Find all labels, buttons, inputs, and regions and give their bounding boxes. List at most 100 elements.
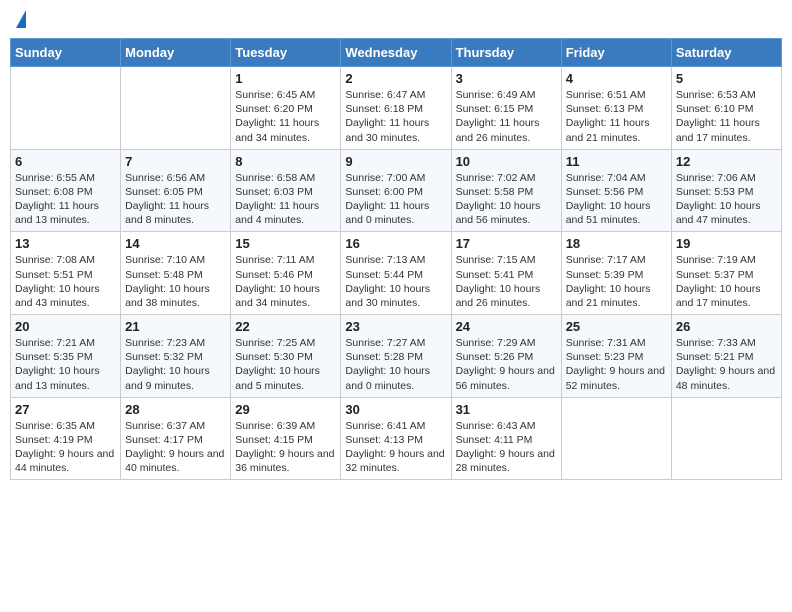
day-info: Sunrise: 7:11 AM Sunset: 5:46 PM Dayligh… <box>235 253 336 310</box>
day-info: Sunrise: 7:02 AM Sunset: 5:58 PM Dayligh… <box>456 171 557 228</box>
day-info: Sunrise: 7:31 AM Sunset: 5:23 PM Dayligh… <box>566 336 667 393</box>
day-info: Sunrise: 7:04 AM Sunset: 5:56 PM Dayligh… <box>566 171 667 228</box>
day-number: 30 <box>345 402 446 417</box>
day-number: 27 <box>15 402 116 417</box>
day-number: 1 <box>235 71 336 86</box>
day-number: 3 <box>456 71 557 86</box>
day-number: 7 <box>125 154 226 169</box>
calendar-cell: 10 Sunrise: 7:02 AM Sunset: 5:58 PM Dayli… <box>451 149 561 232</box>
day-number: 5 <box>676 71 777 86</box>
calendar-cell: 4 Sunrise: 6:51 AM Sunset: 6:13 PM Daylig… <box>561 67 671 150</box>
day-header-friday: Friday <box>561 39 671 67</box>
day-info: Sunrise: 7:19 AM Sunset: 5:37 PM Dayligh… <box>676 253 777 310</box>
day-info: Sunrise: 7:17 AM Sunset: 5:39 PM Dayligh… <box>566 253 667 310</box>
calendar-cell: 11 Sunrise: 7:04 AM Sunset: 5:56 PM Dayli… <box>561 149 671 232</box>
day-number: 17 <box>456 236 557 251</box>
calendar-cell: 18 Sunrise: 7:17 AM Sunset: 5:39 PM Dayli… <box>561 232 671 315</box>
day-number: 22 <box>235 319 336 334</box>
day-header-tuesday: Tuesday <box>231 39 341 67</box>
calendar-cell: 2Sunrise: 6:47 AM Sunset: 6:18 PM Daylig… <box>341 67 451 150</box>
day-number: 18 <box>566 236 667 251</box>
calendar-cell: 19 Sunrise: 7:19 AM Sunset: 5:37 PM Dayli… <box>671 232 781 315</box>
day-info: Sunrise: 7:13 AM Sunset: 5:44 PM Dayligh… <box>345 253 446 310</box>
day-number: 2 <box>345 71 446 86</box>
day-info: Sunrise: 7:10 AM Sunset: 5:48 PM Dayligh… <box>125 253 226 310</box>
day-number: 4 <box>566 71 667 86</box>
day-number: 12 <box>676 154 777 169</box>
day-info: Sunrise: 7:29 AM Sunset: 5:26 PM Dayligh… <box>456 336 557 393</box>
day-info: Sunrise: 7:23 AM Sunset: 5:32 PM Dayligh… <box>125 336 226 393</box>
day-info: Sunrise: 6:58 AM Sunset: 6:03 PM Dayligh… <box>235 171 336 228</box>
day-info: Sunrise: 7:25 AM Sunset: 5:30 PM Dayligh… <box>235 336 336 393</box>
calendar-cell: 7 Sunrise: 6:56 AM Sunset: 6:05 PM Daylig… <box>121 149 231 232</box>
day-header-thursday: Thursday <box>451 39 561 67</box>
calendar-cell: 6 Sunrise: 6:55 AM Sunset: 6:08 PM Daylig… <box>11 149 121 232</box>
day-info: Sunrise: 7:27 AM Sunset: 5:28 PM Dayligh… <box>345 336 446 393</box>
calendar-cell: 15 Sunrise: 7:11 AM Sunset: 5:46 PM Dayli… <box>231 232 341 315</box>
calendar-cell: 28Sunrise: 6:37 AM Sunset: 4:17 PM Dayli… <box>121 397 231 480</box>
day-number: 28 <box>125 402 226 417</box>
calendar-cell: 29Sunrise: 6:39 AM Sunset: 4:15 PM Dayli… <box>231 397 341 480</box>
day-info: Sunrise: 7:15 AM Sunset: 5:41 PM Dayligh… <box>456 253 557 310</box>
page-header <box>10 10 782 30</box>
day-info: Sunrise: 6:56 AM Sunset: 6:05 PM Dayligh… <box>125 171 226 228</box>
calendar-cell: 23 Sunrise: 7:27 AM Sunset: 5:28 PM Dayli… <box>341 315 451 398</box>
day-number: 9 <box>345 154 446 169</box>
day-number: 10 <box>456 154 557 169</box>
day-header-wednesday: Wednesday <box>341 39 451 67</box>
day-info: Sunrise: 6:43 AM Sunset: 4:11 PM Dayligh… <box>456 419 557 476</box>
calendar-cell: 3 Sunrise: 6:49 AM Sunset: 6:15 PM Daylig… <box>451 67 561 150</box>
day-number: 15 <box>235 236 336 251</box>
calendar-cell: 22 Sunrise: 7:25 AM Sunset: 5:30 PM Dayli… <box>231 315 341 398</box>
day-number: 16 <box>345 236 446 251</box>
day-info: Sunrise: 6:51 AM Sunset: 6:13 PM Dayligh… <box>566 88 667 145</box>
day-number: 6 <box>15 154 116 169</box>
calendar-cell <box>671 397 781 480</box>
calendar-cell: 17 Sunrise: 7:15 AM Sunset: 5:41 PM Dayli… <box>451 232 561 315</box>
calendar-cell: 14 Sunrise: 7:10 AM Sunset: 5:48 PM Dayli… <box>121 232 231 315</box>
day-header-saturday: Saturday <box>671 39 781 67</box>
day-number: 21 <box>125 319 226 334</box>
calendar-cell: 5 Sunrise: 6:53 AM Sunset: 6:10 PM Daylig… <box>671 67 781 150</box>
day-info: Sunrise: 7:00 AM Sunset: 6:00 PM Dayligh… <box>345 171 446 228</box>
calendar-table: SundayMondayTuesdayWednesdayThursdayFrid… <box>10 38 782 480</box>
calendar-cell: 21 Sunrise: 7:23 AM Sunset: 5:32 PM Dayli… <box>121 315 231 398</box>
day-info: Sunrise: 6:45 AM Sunset: 6:20 PM Dayligh… <box>235 88 336 145</box>
day-number: 20 <box>15 319 116 334</box>
day-number: 24 <box>456 319 557 334</box>
calendar-cell: 30Sunrise: 6:41 AM Sunset: 4:13 PM Dayli… <box>341 397 451 480</box>
calendar-cell <box>561 397 671 480</box>
logo-triangle-icon <box>16 10 26 28</box>
calendar-cell: 25 Sunrise: 7:31 AM Sunset: 5:23 PM Dayli… <box>561 315 671 398</box>
day-info: Sunrise: 6:49 AM Sunset: 6:15 PM Dayligh… <box>456 88 557 145</box>
calendar-cell: 12 Sunrise: 7:06 AM Sunset: 5:53 PM Dayli… <box>671 149 781 232</box>
day-info: Sunrise: 7:21 AM Sunset: 5:35 PM Dayligh… <box>15 336 116 393</box>
day-number: 19 <box>676 236 777 251</box>
calendar-cell <box>11 67 121 150</box>
calendar-cell <box>121 67 231 150</box>
day-number: 31 <box>456 402 557 417</box>
day-number: 13 <box>15 236 116 251</box>
day-number: 14 <box>125 236 226 251</box>
calendar-cell: 20 Sunrise: 7:21 AM Sunset: 5:35 PM Dayli… <box>11 315 121 398</box>
day-info: Sunrise: 6:55 AM Sunset: 6:08 PM Dayligh… <box>15 171 116 228</box>
calendar-cell: 16 Sunrise: 7:13 AM Sunset: 5:44 PM Dayli… <box>341 232 451 315</box>
day-number: 25 <box>566 319 667 334</box>
day-number: 29 <box>235 402 336 417</box>
calendar-cell: 24 Sunrise: 7:29 AM Sunset: 5:26 PM Dayli… <box>451 315 561 398</box>
day-header-monday: Monday <box>121 39 231 67</box>
calendar-cell: 27Sunrise: 6:35 AM Sunset: 4:19 PM Dayli… <box>11 397 121 480</box>
calendar-cell: 26 Sunrise: 7:33 AM Sunset: 5:21 PM Dayli… <box>671 315 781 398</box>
day-number: 26 <box>676 319 777 334</box>
day-number: 11 <box>566 154 667 169</box>
day-header-sunday: Sunday <box>11 39 121 67</box>
day-info: Sunrise: 6:53 AM Sunset: 6:10 PM Dayligh… <box>676 88 777 145</box>
calendar-cell: 8 Sunrise: 6:58 AM Sunset: 6:03 PM Daylig… <box>231 149 341 232</box>
calendar-cell: 1 Sunrise: 6:45 AM Sunset: 6:20 PM Daylig… <box>231 67 341 150</box>
day-info: Sunrise: 7:06 AM Sunset: 5:53 PM Dayligh… <box>676 171 777 228</box>
day-number: 23 <box>345 319 446 334</box>
day-number: 8 <box>235 154 336 169</box>
calendar-cell: 13Sunrise: 7:08 AM Sunset: 5:51 PM Dayli… <box>11 232 121 315</box>
logo <box>14 10 26 30</box>
day-info: Sunrise: 7:33 AM Sunset: 5:21 PM Dayligh… <box>676 336 777 393</box>
